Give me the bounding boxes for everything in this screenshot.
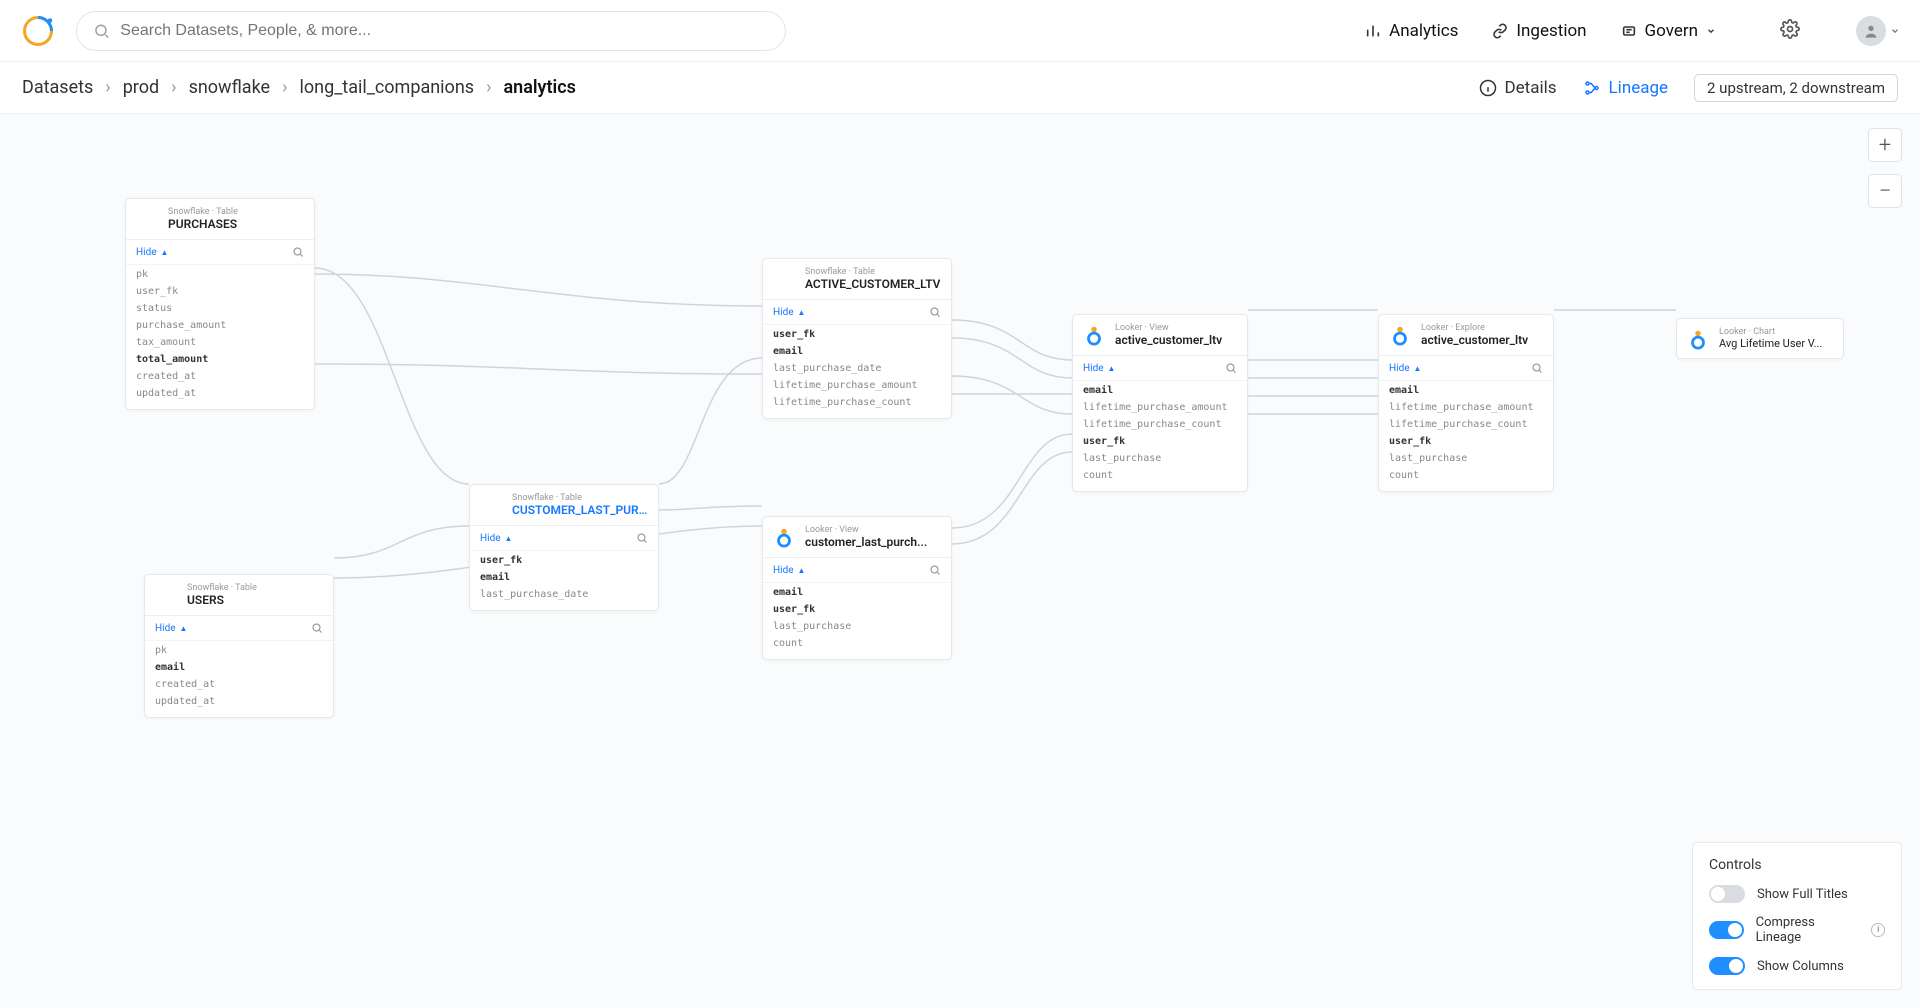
lineage-icon	[1583, 79, 1601, 97]
search-input[interactable]	[120, 22, 769, 40]
settings-button[interactable]	[1780, 19, 1800, 43]
toggle-show-columns[interactable]	[1709, 957, 1745, 975]
toggle-compress-lineage[interactable]	[1709, 921, 1744, 939]
search-icon[interactable]	[292, 246, 304, 258]
bar-chart-icon	[1365, 23, 1381, 39]
looker-icon	[1083, 324, 1105, 346]
lineage-canvas[interactable]: + − Snowflake · Table PURCHASES Hide▲ pk…	[0, 114, 1920, 1008]
user-menu[interactable]	[1834, 16, 1900, 46]
nav-analytics[interactable]: Analytics	[1365, 21, 1458, 41]
govern-icon	[1621, 23, 1637, 39]
hide-toggle[interactable]: Hide▲	[155, 623, 187, 634]
node-active-customer-ltv-looker-view[interactable]: Looker · View active_customer_ltv Hide▲ …	[1072, 314, 1248, 492]
snowflake-icon	[773, 268, 795, 290]
hide-toggle[interactable]: Hide▲	[773, 307, 805, 318]
node-customer-last-purch-looker[interactable]: Looker · View customer_last_purch... Hid…	[762, 516, 952, 660]
avatar	[1856, 16, 1886, 46]
user-icon	[1863, 23, 1879, 39]
top-header: Analytics Ingestion Govern	[0, 0, 1920, 62]
gear-icon	[1780, 19, 1800, 39]
hide-toggle[interactable]: Hide▲	[1083, 363, 1115, 374]
tab-lineage[interactable]: Lineage	[1583, 78, 1669, 98]
node-purchases[interactable]: Snowflake · Table PURCHASES Hide▲ pk use…	[125, 198, 315, 410]
link-icon	[1492, 23, 1508, 39]
zoom-controls: + −	[1868, 128, 1902, 208]
stream-count-badge: 2 upstream, 2 downstream	[1694, 74, 1898, 102]
crumb-current: analytics	[503, 77, 575, 98]
zoom-in-button[interactable]: +	[1868, 128, 1902, 162]
crumb-db[interactable]: long_tail_companions	[300, 77, 475, 98]
search-icon[interactable]	[929, 306, 941, 318]
snowflake-icon	[136, 208, 158, 230]
node-users[interactable]: Snowflake · Table USERS Hide▲ pk email c…	[144, 574, 334, 718]
info-icon[interactable]: i	[1871, 923, 1885, 937]
zoom-out-button[interactable]: −	[1868, 174, 1902, 208]
app-logo[interactable]	[20, 13, 56, 49]
search-box[interactable]	[76, 11, 786, 51]
search-icon[interactable]	[1225, 362, 1237, 374]
field-list: pk user_fk status purchase_amount tax_am…	[126, 264, 314, 409]
crumb-prod[interactable]: prod	[123, 77, 159, 98]
node-active-customer-ltv-sf[interactable]: Snowflake · Table ACTIVE_CUSTOMER_LTV Hi…	[762, 258, 952, 419]
breadcrumb-bar: Datasets › prod › snowflake › long_tail_…	[0, 62, 1920, 114]
snowflake-icon	[155, 584, 177, 606]
node-customer-last-purch[interactable]: Snowflake · Table CUSTOMER_LAST_PURCH...…	[469, 484, 659, 611]
info-icon	[1479, 79, 1497, 97]
node-avg-lifetime-chart[interactable]: Looker · Chart Avg Lifetime User V...	[1676, 318, 1844, 359]
controls-panel: Controls Show Full Titles Compress Linea…	[1692, 842, 1902, 990]
nav-govern[interactable]: Govern	[1621, 21, 1716, 41]
chevron-down-icon	[1890, 26, 1900, 36]
search-icon[interactable]	[636, 532, 648, 544]
looker-icon	[1687, 328, 1709, 350]
nav-ingestion[interactable]: Ingestion	[1492, 21, 1586, 41]
controls-title: Controls	[1709, 857, 1885, 873]
hide-toggle[interactable]: Hide▲	[773, 565, 805, 576]
toggle-show-full-titles[interactable]	[1709, 885, 1745, 903]
hide-toggle[interactable]: Hide▲	[1389, 363, 1421, 374]
hide-toggle[interactable]: Hide▲	[480, 533, 512, 544]
chevron-down-icon	[1706, 26, 1716, 36]
search-icon	[93, 22, 110, 40]
search-icon[interactable]	[311, 622, 323, 634]
looker-icon	[1389, 324, 1411, 346]
crumb-snowflake[interactable]: snowflake	[189, 77, 271, 98]
search-icon[interactable]	[1531, 362, 1543, 374]
tab-details[interactable]: Details	[1479, 78, 1557, 98]
crumb-datasets[interactable]: Datasets	[22, 77, 93, 98]
breadcrumb: Datasets › prod › snowflake › long_tail_…	[22, 77, 576, 98]
looker-icon	[773, 526, 795, 548]
hide-toggle[interactable]: Hide▲	[136, 247, 168, 258]
search-icon[interactable]	[929, 564, 941, 576]
snowflake-icon	[480, 494, 502, 516]
node-active-customer-ltv-looker-explore[interactable]: Looker · Explore active_customer_ltv Hid…	[1378, 314, 1554, 492]
